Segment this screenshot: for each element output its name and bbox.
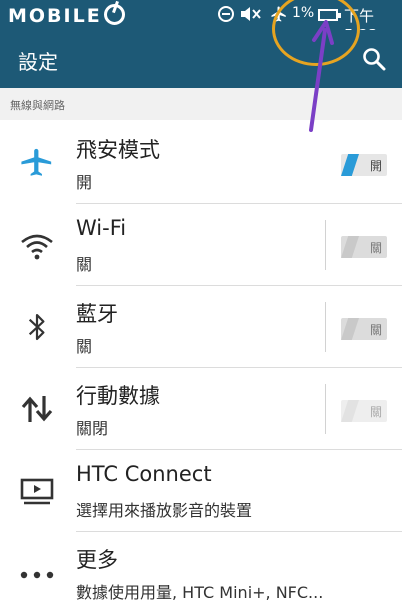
airplane-mode-toggle[interactable]: 開 <box>341 154 387 176</box>
toggle-label: 關 <box>369 323 382 337</box>
setting-title: Wi-Fi <box>76 216 127 240</box>
section-header: 無線與網路 <box>0 88 402 120</box>
toggle-knob <box>341 236 359 258</box>
toggle-knob <box>341 400 359 422</box>
setting-row-mobile-data[interactable]: 行動數據 關閉 關 <box>0 368 402 450</box>
section-title: 無線與網路 <box>10 99 65 112</box>
bluetooth-icon <box>28 313 45 341</box>
setting-row-wifi[interactable]: Wi-Fi 關 關 <box>0 204 402 286</box>
setting-subtitle: 關 <box>76 255 93 274</box>
search-icon[interactable] <box>362 47 386 71</box>
setting-subtitle: 開 <box>76 173 93 192</box>
mute-icon <box>240 5 262 27</box>
setting-title: HTC Connect <box>76 462 212 486</box>
page-title: 設定 <box>18 50 58 74</box>
setting-title: 飛安模式 <box>76 138 160 162</box>
toggle-label: 開 <box>369 159 382 173</box>
toggle-knob <box>341 318 359 340</box>
row-vertical-separator <box>325 220 326 270</box>
setting-title: 藍牙 <box>76 302 118 326</box>
toggle-label: 關 <box>369 241 382 255</box>
row-vertical-separator <box>325 302 326 352</box>
watermark-logo-icon <box>103 4 125 25</box>
airplane-icon <box>21 148 52 176</box>
toggle-label: 關 <box>369 405 382 419</box>
setting-subtitle: 關閉 <box>76 419 109 438</box>
mobile-data-icon <box>21 396 53 422</box>
setting-row-more[interactable]: 更多 數據使用用量, HTC Mini+, NFC... <box>0 532 402 614</box>
setting-title: 更多 <box>76 548 118 572</box>
cast-icon <box>20 478 54 505</box>
wifi-icon <box>21 234 53 260</box>
setting-subtitle: 關 <box>76 337 93 356</box>
toggle-knob <box>341 154 359 176</box>
more-icon <box>20 571 54 579</box>
setting-subtitle: 數據使用用量, HTC Mini+, NFC... <box>76 583 324 602</box>
watermark-text: MOBILE <box>8 5 102 27</box>
wifi-toggle[interactable]: 關 <box>341 236 387 258</box>
do-not-disturb-icon <box>218 6 234 22</box>
row-vertical-separator <box>325 384 326 434</box>
setting-row-htc-connect[interactable]: HTC Connect 選擇用來播放影音的裝置 <box>0 450 402 532</box>
mobile01-watermark: MOBILE <box>8 4 125 27</box>
setting-title: 行動數據 <box>76 384 160 408</box>
mobile-data-toggle[interactable]: 關 <box>341 400 387 422</box>
setting-subtitle: 選擇用來播放影音的裝置 <box>76 501 253 520</box>
bluetooth-toggle[interactable]: 關 <box>341 318 387 340</box>
setting-row-airplane-mode[interactable]: 飛安模式 開 開 <box>0 122 402 204</box>
setting-row-bluetooth[interactable]: 藍牙 關 關 <box>0 286 402 368</box>
